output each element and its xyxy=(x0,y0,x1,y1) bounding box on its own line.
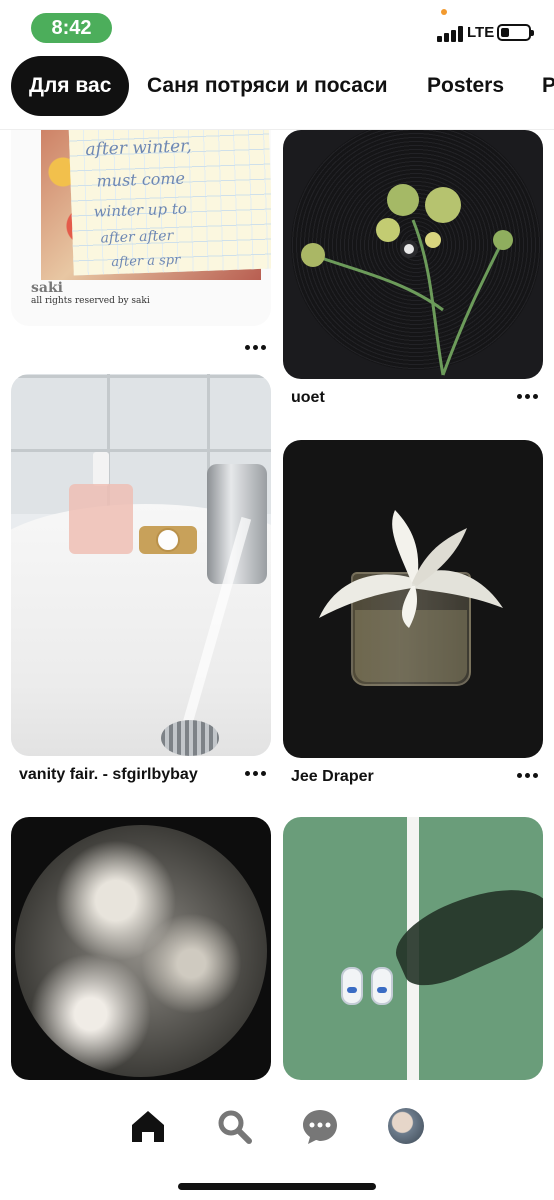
tab-posters[interactable]: Posters xyxy=(427,56,504,116)
board-tabs: Для вас Саня потряси и посаси Posters P xyxy=(0,56,554,130)
status-time: 8:42 xyxy=(31,13,112,43)
more-icon[interactable] xyxy=(245,770,267,778)
handwriting-scribble: after winter, must come winter up to aft… xyxy=(85,136,192,270)
more-icon[interactable] xyxy=(517,772,539,780)
svg-text:after a spr: after a spr xyxy=(111,253,181,270)
home-indicator[interactable] xyxy=(178,1183,376,1190)
home-icon[interactable] xyxy=(128,1106,168,1146)
svg-text:must come: must come xyxy=(96,169,185,191)
more-icon[interactable] xyxy=(245,344,267,352)
pin-image-tennis-court[interactable] xyxy=(283,817,543,1080)
more-icon[interactable] xyxy=(517,393,539,401)
sneaker xyxy=(341,967,363,1005)
soap-bottle xyxy=(69,484,133,554)
pin-title[interactable]: Jee Draper xyxy=(291,768,374,786)
pin-title[interactable]: vanity fair. - sfgirlbybay xyxy=(19,766,198,784)
pin-image-vinyl[interactable] xyxy=(283,130,543,379)
flower-illustration xyxy=(301,184,513,376)
svg-text:after after: after after xyxy=(100,228,175,247)
battery-icon xyxy=(497,24,534,41)
tab-board-next[interactable]: P xyxy=(542,56,554,116)
artist-signature: saki all rights reserved by saki xyxy=(31,280,150,306)
svg-text:winter up to: winter up to xyxy=(93,199,187,220)
handwritten-note: after winter, must come winter up to aft… xyxy=(68,130,271,276)
pin-image-lily[interactable] xyxy=(283,440,543,758)
pin-image-fresco[interactable] xyxy=(11,817,271,1080)
soap-pump xyxy=(93,452,109,486)
pin-image-note-collage[interactable]: after winter, must come winter up to aft… xyxy=(11,130,271,326)
search-icon[interactable] xyxy=(214,1106,254,1146)
profile-avatar[interactable] xyxy=(388,1108,424,1144)
circular-painting xyxy=(15,825,267,1077)
signal-icon xyxy=(437,24,465,42)
network-type: LTE xyxy=(467,24,495,41)
pin-image-bathroom-sink[interactable] xyxy=(11,374,271,756)
status-bar: 8:42 LTE xyxy=(0,0,554,56)
location-indicator-icon xyxy=(441,9,447,15)
sneaker xyxy=(371,967,393,1005)
pin-feed[interactable]: after winter, must come winter up to aft… xyxy=(0,130,554,1092)
lily-flower xyxy=(319,510,503,628)
tab-for-you[interactable]: Для вас xyxy=(11,56,130,116)
wrist-watch xyxy=(139,526,197,554)
tab-board-1[interactable]: Саня потряси и посаси xyxy=(147,56,388,116)
pin-title[interactable]: uoet xyxy=(291,389,325,407)
chat-icon[interactable] xyxy=(300,1106,340,1146)
svg-text:after winter,: after winter, xyxy=(85,136,192,160)
drain xyxy=(161,720,219,756)
